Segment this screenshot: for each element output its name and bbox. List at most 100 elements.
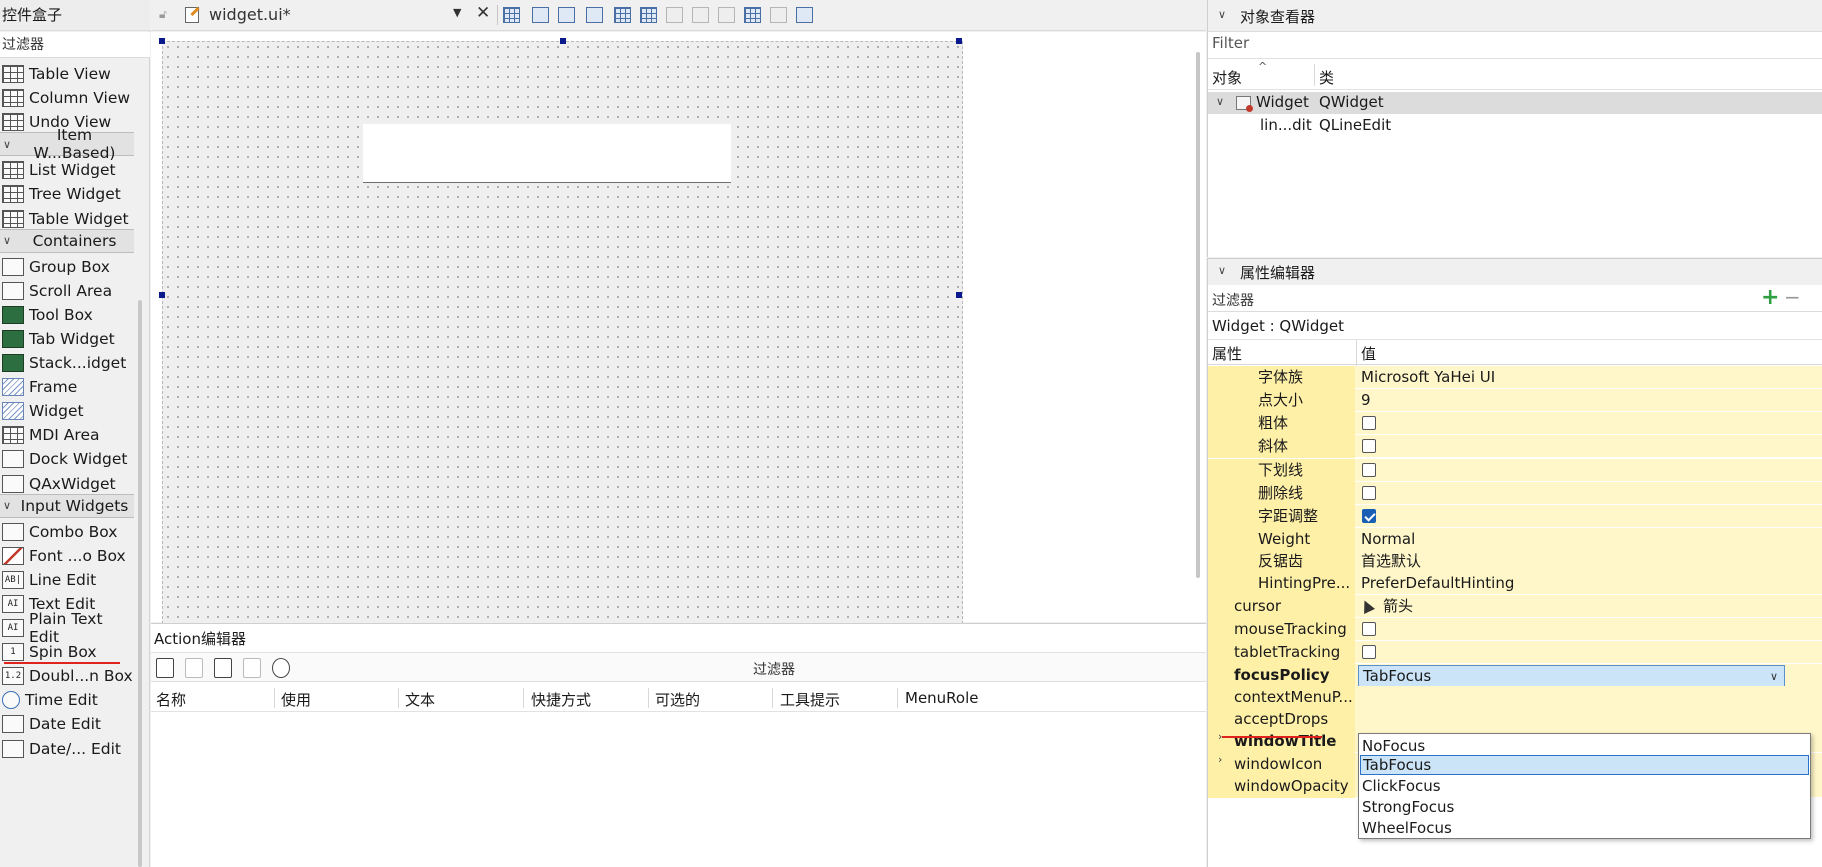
property-value[interactable] <box>1357 708 1822 731</box>
property-value[interactable] <box>1357 435 1822 458</box>
break-layout-icon[interactable] <box>770 7 787 23</box>
edit-tab-order-icon[interactable] <box>586 7 603 23</box>
column-header[interactable]: 快捷方式 <box>531 689 591 710</box>
close-icon[interactable]: ✕ <box>476 3 490 23</box>
property-checkbox[interactable] <box>1362 508 1376 523</box>
dropdown-option-wheelfocus[interactable]: WheelFocus <box>1360 818 1809 838</box>
edit-widgets-icon[interactable] <box>503 7 520 23</box>
editor-tab-filename[interactable]: widget.ui* <box>209 5 291 24</box>
dropdown-option-clickfocus[interactable]: ClickFocus <box>1360 776 1809 796</box>
new-action-icon[interactable] <box>156 658 174 678</box>
layout-horizontal-icon[interactable] <box>614 7 631 23</box>
column-header-property[interactable]: 属性 <box>1212 343 1242 364</box>
resize-handle[interactable] <box>560 38 566 44</box>
property-editor-header[interactable]: ∨ 属性编辑器 <box>1208 259 1822 285</box>
remove-property-icon[interactable]: − <box>1784 285 1801 309</box>
widget-box-item[interactable]: Date/... Edit <box>0 735 134 763</box>
property-value[interactable] <box>1357 412 1822 435</box>
paste-icon[interactable] <box>214 658 232 678</box>
layout-vertical-icon[interactable] <box>640 7 657 23</box>
edit-buddies-icon[interactable] <box>558 7 575 23</box>
lock-icon[interactable]: 🔓︎ <box>159 7 173 21</box>
property-value[interactable]: Microsoft YaHei UI <box>1357 366 1822 389</box>
dropdown-option-tabfocus[interactable]: TabFocus <box>1360 755 1809 775</box>
column-header[interactable]: MenuRole <box>905 689 979 707</box>
property-value[interactable]: TabFocus ∨ <box>1357 664 1822 687</box>
property-value[interactable]: 箭头 <box>1357 595 1822 618</box>
form-canvas[interactable] <box>159 38 963 624</box>
property-checkbox[interactable] <box>1362 462 1376 477</box>
chevron-down-icon[interactable]: ∨ <box>1218 8 1226 21</box>
adjust-size-icon[interactable] <box>796 7 813 23</box>
widget-box-scrollbar[interactable] <box>138 300 142 867</box>
column-header-object[interactable]: 对象 <box>1212 67 1242 88</box>
property-value[interactable] <box>1357 505 1822 528</box>
widget-category[interactable]: ∨ Input Widgets <box>0 493 134 518</box>
property-row[interactable]: 下划线 <box>1208 458 1822 482</box>
object-inspector-header[interactable]: ∨ 对象查看器 <box>1208 0 1822 32</box>
property-row[interactable]: tabletTracking <box>1208 640 1822 664</box>
chevron-right-icon[interactable]: › <box>1218 753 1222 766</box>
property-value[interactable] <box>1357 482 1822 505</box>
property-row[interactable]: Weight Normal <box>1208 528 1822 552</box>
edit-signals-slots-icon[interactable] <box>532 7 549 23</box>
property-row[interactable]: mouseTracking <box>1208 617 1822 641</box>
column-header[interactable]: 名称 <box>156 689 186 710</box>
chevron-down-icon[interactable]: ∨ <box>1770 667 1778 687</box>
property-row[interactable]: 反锯齿 首选默认 <box>1208 550 1822 574</box>
property-value[interactable] <box>1357 618 1822 641</box>
delete-icon[interactable] <box>243 658 261 678</box>
property-row[interactable]: contextMenuP... <box>1208 686 1822 710</box>
property-checkbox[interactable] <box>1362 485 1376 500</box>
property-checkbox[interactable] <box>1362 621 1376 636</box>
chevron-down-icon[interactable]: ∨ <box>3 234 15 247</box>
widget-category[interactable]: ∨ Containers <box>0 228 134 253</box>
property-value[interactable]: Normal <box>1357 528 1822 551</box>
resize-handle[interactable] <box>159 292 165 298</box>
property-row[interactable]: 字体族 Microsoft YaHei UI <box>1208 366 1822 389</box>
dropdown-option-nofocus[interactable]: NoFocus <box>1360 736 1809 756</box>
chevron-down-icon[interactable]: ∨ <box>1218 264 1226 277</box>
widget-category[interactable]: ∨ Item W...Based) <box>0 126 134 162</box>
layout-horizontal-splitter-icon[interactable] <box>666 7 683 23</box>
object-filter-input[interactable]: Filter <box>1212 34 1249 52</box>
object-row-widget[interactable]: ∨ Widget QWidget <box>1208 92 1822 114</box>
property-value[interactable] <box>1357 686 1822 709</box>
property-row[interactable]: 粗体 <box>1208 412 1822 436</box>
chevron-down-icon[interactable]: ∨ <box>1216 95 1224 108</box>
widget-box-filter-input[interactable]: 过滤器 <box>0 32 150 58</box>
layout-form-icon[interactable] <box>718 7 735 23</box>
column-header[interactable]: 工具提示 <box>780 689 840 710</box>
column-header-class[interactable]: 类 <box>1319 67 1334 88</box>
copy-icon[interactable] <box>185 658 203 678</box>
column-header[interactable]: 文本 <box>405 689 435 710</box>
property-row[interactable]: 点大小 9 <box>1208 389 1822 413</box>
property-row[interactable]: HintingPre... PreferDefaultHinting <box>1208 572 1822 596</box>
resize-handle[interactable] <box>956 38 962 44</box>
object-row-lineedit[interactable]: lin...dit QLineEdit <box>1208 115 1822 137</box>
layout-grid-icon[interactable] <box>744 7 761 23</box>
property-value[interactable]: 首选默认 <box>1357 550 1822 573</box>
property-row[interactable]: focusPolicy TabFocus ∨ <box>1208 663 1822 687</box>
property-checkbox[interactable] <box>1362 644 1376 659</box>
layout-vertical-splitter-icon[interactable] <box>692 7 709 23</box>
canvas-scrollbar[interactable] <box>1196 52 1200 578</box>
column-header[interactable]: 可选的 <box>655 689 700 710</box>
property-checkbox[interactable] <box>1362 439 1376 454</box>
property-row[interactable]: 删除线 <box>1208 481 1822 505</box>
property-filter-input[interactable]: 过滤器 <box>1212 290 1254 310</box>
configure-icon[interactable] <box>272 658 290 678</box>
property-value[interactable]: PreferDefaultHinting <box>1357 572 1822 595</box>
add-property-icon[interactable]: + <box>1761 285 1779 310</box>
property-row[interactable]: cursor 箭头 <box>1208 594 1822 618</box>
property-row[interactable]: 斜体 <box>1208 435 1822 459</box>
chevron-down-icon[interactable]: ∨ <box>3 138 15 151</box>
line-edit-widget[interactable] <box>363 124 731 183</box>
chevron-down-icon[interactable]: ∨ <box>3 499 15 512</box>
property-value[interactable]: 9 <box>1357 389 1822 412</box>
property-row[interactable]: acceptDrops <box>1208 708 1822 732</box>
chevron-down-icon[interactable]: ▼ <box>453 6 461 19</box>
column-header-value[interactable]: 值 <box>1361 343 1376 364</box>
resize-handle[interactable] <box>956 292 962 298</box>
property-row[interactable]: 字距调整 <box>1208 504 1822 528</box>
